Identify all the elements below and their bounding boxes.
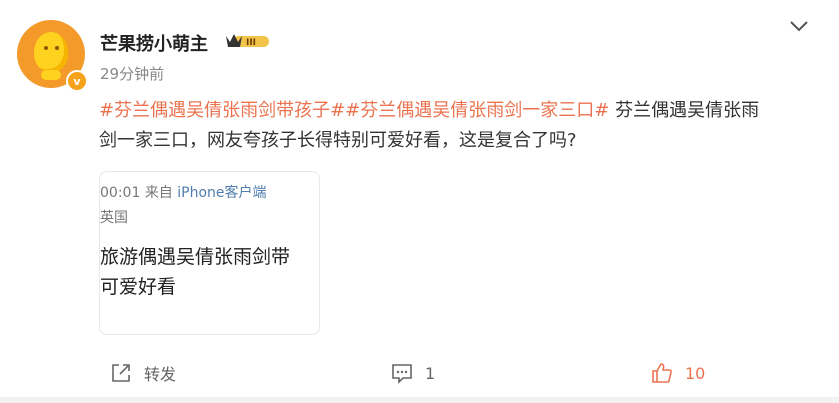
more-chevron-icon[interactable] [788,17,810,35]
embedded-image-card[interactable]: 00:01 来自 iPhone客户端 英国 旅游偶遇吴倩张雨剑带 可爱好看 [99,171,320,335]
forward-label: 转发 [144,365,177,384]
like-button[interactable]: 10 [651,355,705,391]
forward-icon [112,364,130,382]
vip-badge[interactable]: III [224,31,271,51]
comment-button[interactable]: 1 [391,355,435,391]
like-count: 10 [685,363,706,383]
card-text-line1: 旅游偶遇吴倩张雨剑带 [100,246,291,268]
card-text-line2: 可爱好看 [100,276,177,298]
hashtag-2[interactable]: #芬兰偶遇吴倩张雨剑一家三口# [345,100,609,121]
action-bar: 转发 1 10 [0,355,839,391]
svg-text:III: III [246,38,256,48]
text-line1-tail: 芬兰偶遇吴倩张雨 [609,100,760,121]
card-source: iPhone客户端 [177,185,267,201]
post-text: #芬兰偶遇吴倩张雨剑带孩子##芬兰偶遇吴倩张雨剑一家三口# 芬兰偶遇吴倩张雨 剑… [99,96,809,156]
like-icon [652,363,672,383]
card-meta: 00:01 来自 iPhone客户端 [100,185,267,201]
forward-button[interactable]: 转发 [110,355,176,391]
username[interactable]: 芒果捞小萌主 [100,30,208,56]
card-location: 英国 [100,210,128,226]
post-time[interactable]: 29分钟前 [100,63,164,84]
avatar-mascot [34,32,68,72]
comment-count: 1 [425,363,436,383]
hashtag-1[interactable]: #芬兰偶遇吴倩张雨剑带孩子# [99,100,345,121]
bottom-divider [0,397,839,403]
comment-icon [392,364,412,384]
verified-badge: v [66,70,88,92]
weibo-post: v 芒果捞小萌主 III 29分钟前 #芬兰偶遇吴倩张雨剑带孩子##芬兰偶遇吴倩… [0,0,839,403]
text-line2: 剑一家三口，网友夸孩子长得特别可爱好看，这是复合了吗? [99,130,577,151]
